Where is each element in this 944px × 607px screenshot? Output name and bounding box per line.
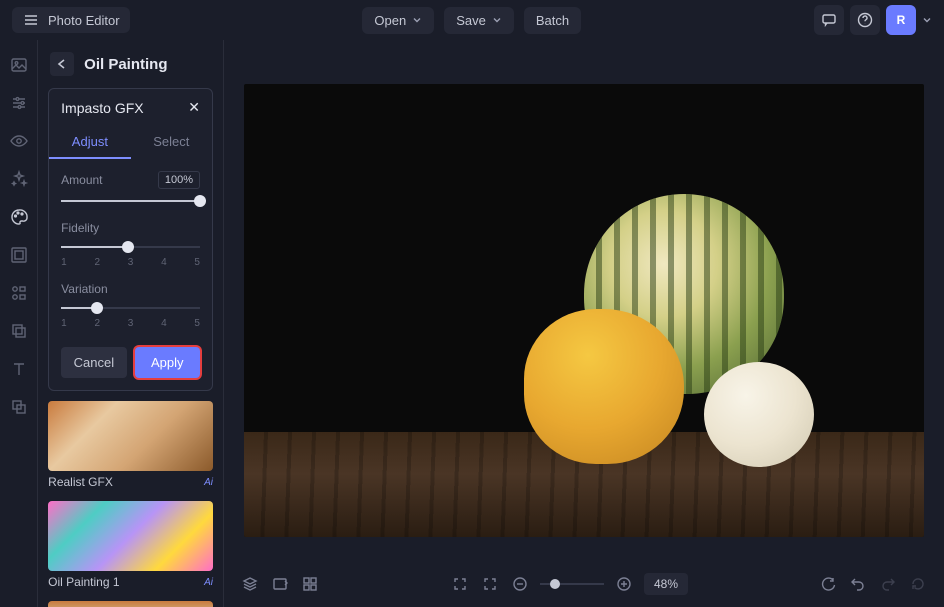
preset-thumbnail xyxy=(48,401,213,471)
amount-value[interactable]: 100% xyxy=(158,171,200,189)
preset-name: Impasto GFX xyxy=(61,100,143,116)
undo-icon[interactable] xyxy=(848,574,868,594)
panel-header: Oil Painting xyxy=(38,40,223,88)
topbar-right: R xyxy=(814,5,932,35)
sidebar-overlay-icon[interactable] xyxy=(6,318,32,344)
tab-adjust[interactable]: Adjust xyxy=(49,126,130,159)
main: Oil Painting Impasto GFX ✕ Adjust Select… xyxy=(0,40,944,607)
preset-item[interactable]: Oil Painting 1Ai xyxy=(48,501,213,589)
user-menu-chevron[interactable] xyxy=(922,15,932,25)
tool-sidebar xyxy=(0,40,37,607)
tab-select[interactable]: Select xyxy=(131,126,212,159)
app-title: Photo Editor xyxy=(48,13,120,28)
apply-button[interactable]: Apply xyxy=(135,347,200,378)
zoom-in-icon[interactable] xyxy=(614,574,634,594)
redo-icon[interactable] xyxy=(878,574,898,594)
sidebar-image-icon[interactable] xyxy=(6,52,32,78)
sidebar-sparkle-icon[interactable] xyxy=(6,166,32,192)
variation-slider[interactable] xyxy=(61,302,200,314)
tabs: Adjust Select xyxy=(49,126,212,159)
fidelity-label: Fidelity xyxy=(61,221,99,235)
bottombar: 48% xyxy=(224,561,944,607)
compare-icon[interactable] xyxy=(270,574,290,594)
zoom-out-icon[interactable] xyxy=(510,574,530,594)
layers-icon[interactable] xyxy=(240,574,260,594)
preset-thumbnail xyxy=(48,501,213,571)
amount-slider[interactable] xyxy=(61,195,200,207)
ai-badge-icon: Ai xyxy=(204,577,213,588)
fidelity-slider[interactable] xyxy=(61,241,200,253)
edited-image xyxy=(244,84,924,537)
back-button[interactable] xyxy=(50,52,74,76)
close-icon[interactable]: ✕ xyxy=(188,99,200,116)
zoom-value[interactable]: 48% xyxy=(644,573,688,595)
grid-icon[interactable] xyxy=(300,574,320,594)
sidebar-eye-icon[interactable] xyxy=(6,128,32,154)
app-title-chip[interactable]: Photo Editor xyxy=(12,7,130,33)
preset-item[interactable] xyxy=(48,601,213,607)
revert-icon[interactable] xyxy=(908,574,928,594)
sidebar-shapes-icon[interactable] xyxy=(6,280,32,306)
sidebar-palette-icon[interactable] xyxy=(6,204,32,230)
user-avatar[interactable]: R xyxy=(886,5,916,35)
preset-thumbnail xyxy=(48,601,213,607)
preset-config-card: Impasto GFX ✕ Adjust Select Amount 100% F… xyxy=(48,88,213,391)
panel-title: Oil Painting xyxy=(84,56,167,73)
cancel-button[interactable]: Cancel xyxy=(61,347,126,378)
variation-label: Variation xyxy=(61,282,107,296)
fullscreen-icon[interactable] xyxy=(450,574,470,594)
topbar: Photo Editor Open Save Batch R xyxy=(0,0,944,40)
help-button[interactable] xyxy=(850,5,880,35)
comment-button[interactable] xyxy=(814,5,844,35)
open-button[interactable]: Open xyxy=(362,7,434,34)
batch-button[interactable]: Batch xyxy=(524,7,581,34)
preset-list: Realist GFXAi Oil Painting 1Ai xyxy=(38,391,223,607)
sidebar-adjustments-icon[interactable] xyxy=(6,90,32,116)
sidebar-text-icon[interactable] xyxy=(6,356,32,382)
canvas[interactable] xyxy=(224,40,944,561)
preset-item[interactable]: Realist GFXAi xyxy=(48,401,213,489)
ai-badge-icon: Ai xyxy=(204,477,213,488)
topbar-center: Open Save Batch xyxy=(362,7,581,34)
sidebar-mask-icon[interactable] xyxy=(6,394,32,420)
effects-panel: Oil Painting Impasto GFX ✕ Adjust Select… xyxy=(37,40,224,607)
canvas-area: 48% xyxy=(224,40,944,607)
zoom-slider[interactable] xyxy=(540,583,604,585)
fit-icon[interactable] xyxy=(480,574,500,594)
save-button[interactable]: Save xyxy=(444,7,514,34)
amount-label: Amount xyxy=(61,173,102,187)
sidebar-frame-icon[interactable] xyxy=(6,242,32,268)
menu-icon xyxy=(22,11,40,29)
refresh-icon[interactable] xyxy=(818,574,838,594)
